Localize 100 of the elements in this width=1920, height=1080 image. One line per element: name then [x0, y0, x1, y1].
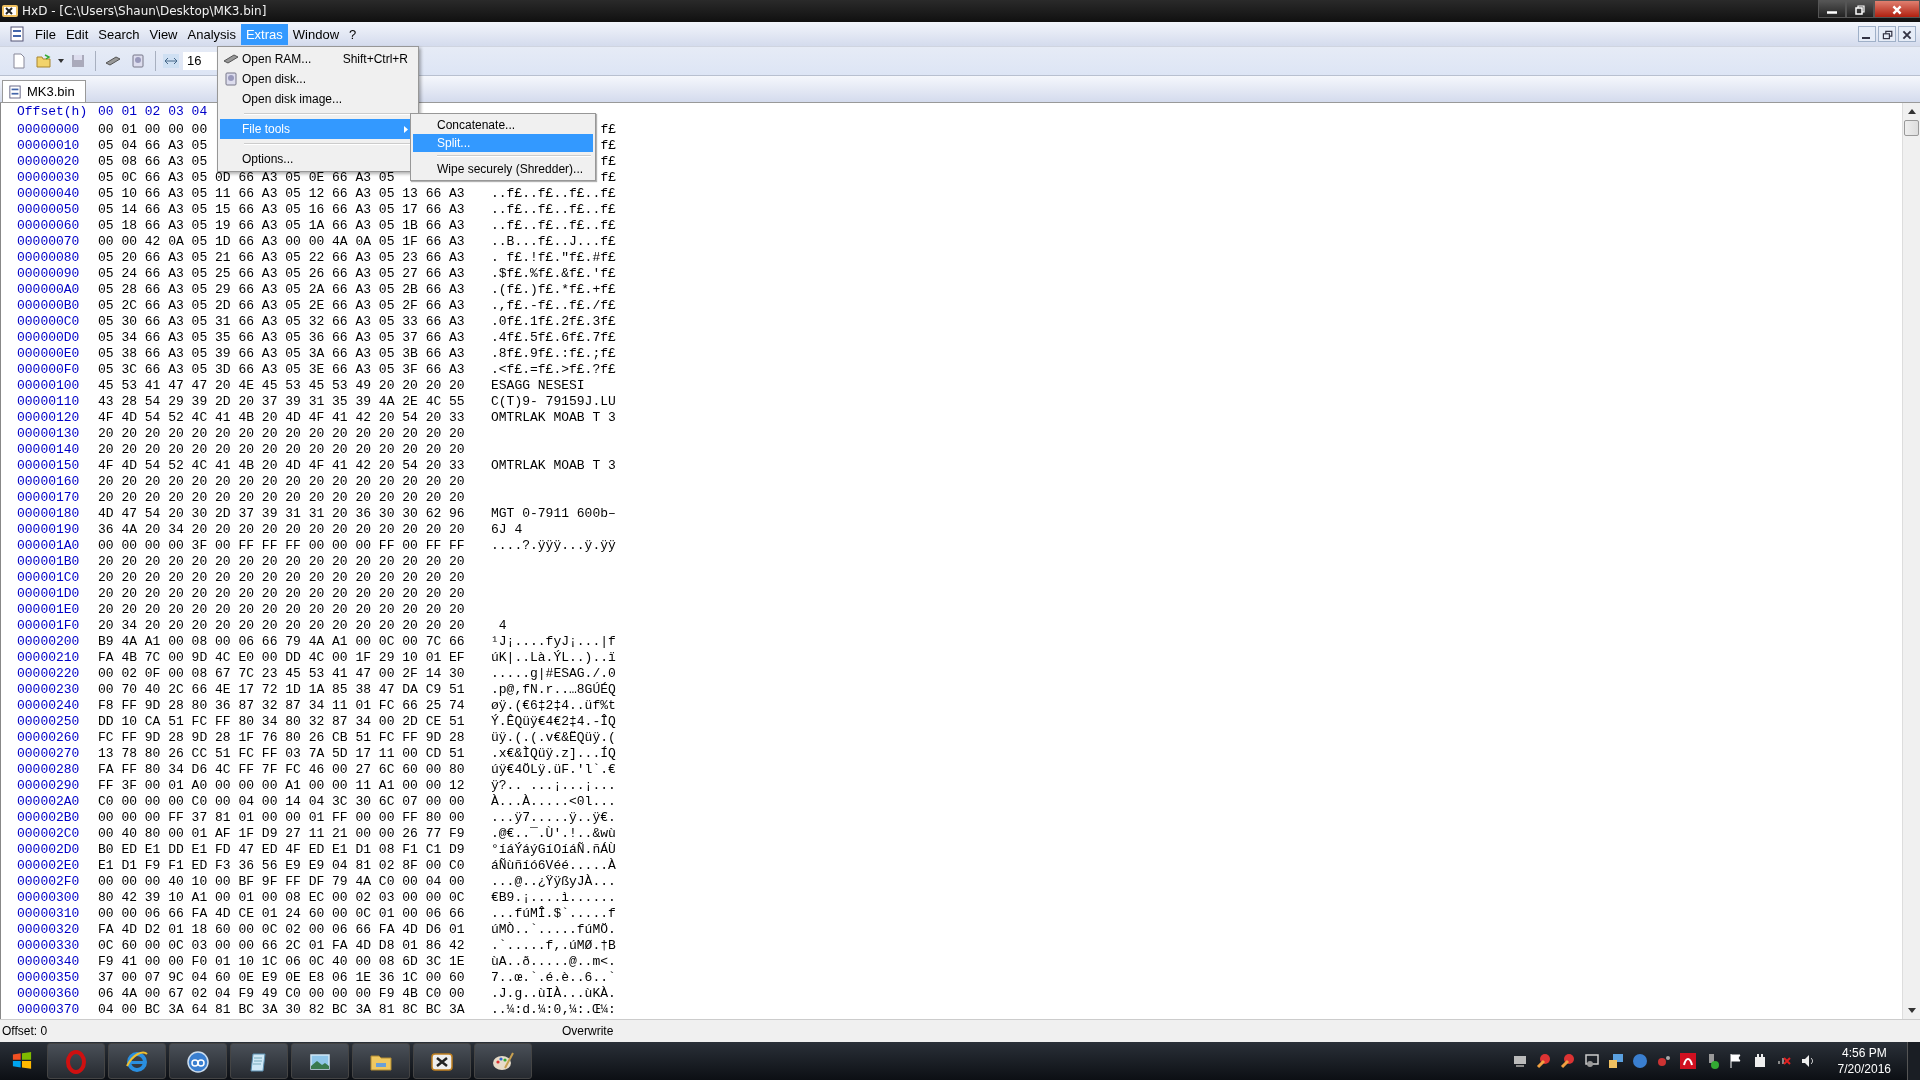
restore-button[interactable] — [1878, 26, 1896, 42]
status-offset: Offset: 0 — [1, 1024, 49, 1038]
offset-header: Offset(h) — [17, 104, 89, 121]
hex-bytes: 20 34 20 20 20 20 20 20 20 20 20 20 20 20 20 20 — [98, 618, 465, 633]
file-tab[interactable]: MK3.bin — [2, 80, 86, 102]
offset-cell-text: 000001A0 — [17, 538, 81, 554]
ascii-text: OMTRLAK MOAB T 3 — [491, 410, 616, 426]
hex-bytes: 05 2C 66 A3 05 2D 66 A3 05 2E 66 A3 05 2F 66 A3 — [98, 298, 465, 313]
menu-item[interactable]: View — [144, 23, 183, 45]
restore-icon — [1881, 29, 1893, 41]
ascii-text: ..B...f£..J...f£ — [491, 234, 616, 250]
taskbar-button[interactable] — [413, 1043, 471, 1079]
ascii-text: áÑùñíó6Véé.....À — [491, 858, 616, 874]
ascii-text: .$f£.%f£.&f£.'f£ — [491, 266, 616, 282]
offset-cell-text: 00000200 — [17, 634, 81, 650]
hex-bytes: B0 ED E1 DD E1 FD 47 ED 4F ED E1 D1 08 F1 C1 D9 — [98, 842, 465, 857]
offset-cell-text: 000000B0 — [17, 298, 81, 314]
hex-bytes: 00 00 00 FF 37 81 01 00 00 01 FF 00 00 FF 80 00 — [98, 810, 465, 825]
hex-bytes: 37 00 07 9C 04 60 0E E9 0E E8 06 1E 36 1C 00 60 — [98, 970, 465, 985]
menu-item[interactable]: Open disk image... — [220, 89, 416, 109]
offset-cell-text: 00000230 — [17, 682, 81, 698]
hex-bytes: FA 4B 7C 00 9D 4C E0 00 DD 4C 00 1F 29 10 01 EF — [98, 650, 465, 665]
ascii-text: 7..œ.`.é.è..6..` — [491, 970, 616, 986]
minimize-button[interactable] — [1858, 26, 1876, 42]
hex-bytes: 20 20 20 20 20 20 20 20 20 20 20 20 20 20 20 20 — [98, 570, 465, 585]
minimize-button[interactable] — [1818, 0, 1846, 18]
hex-bytes: 4D 47 54 20 30 2D 37 39 31 31 20 36 30 30 62 96 — [98, 506, 465, 521]
menu-item[interactable]: Window — [287, 23, 345, 45]
menu-item[interactable]: Concatenate... — [413, 116, 593, 134]
offset-cell-text: 00000050 — [17, 202, 81, 218]
offset-cell-text: 00000240 — [17, 698, 81, 714]
screen-magnifier-icon — [1583, 1053, 1600, 1069]
offset-cell-text: 00000140 — [17, 442, 81, 458]
disk-drive-icon — [223, 71, 239, 87]
taskbar-button[interactable] — [352, 1043, 410, 1079]
offset-cell-text: 00000150 — [17, 458, 81, 474]
offset-cell-text: 00000180 — [17, 506, 81, 522]
menu-item[interactable]: Edit — [60, 23, 94, 45]
offset-cell-text: 000002E0 — [17, 858, 81, 874]
hex-bytes: 06 4A 00 67 02 04 F9 49 C0 00 00 00 F9 4B C0 00 — [98, 986, 465, 1001]
ascii-text: .....g|#ESAG./.0 — [491, 666, 616, 682]
ascii-text: OMTRLAK MOAB T 3 — [491, 458, 616, 474]
hex-bytes: 00 00 42 0A 05 1D 66 A3 00 00 4A 0A 05 1F 66 A3 — [98, 234, 465, 249]
ascii-text: ..¼:d.¼:0‚¼:.Œ¼: — [491, 1002, 616, 1018]
hex-bytes: 04 00 BC 3A 64 81 BC 3A 30 82 BC 3A 81 8C BC 3A — [98, 1002, 465, 1017]
ascii-text: f£ — [600, 154, 616, 170]
menu-item[interactable]: Search — [93, 23, 145, 45]
hex-bytes: F9 41 00 00 F0 01 10 1C 06 0C 40 00 08 6D 3C 1E — [98, 954, 465, 969]
taskbar-button[interactable] — [108, 1043, 166, 1079]
taskbar-button[interactable] — [291, 1043, 349, 1079]
offset-cell-text: 000002B0 — [17, 810, 81, 826]
taskbar-button[interactable] — [230, 1043, 288, 1079]
hex-bytes: 4F 4D 54 52 4C 41 4B 20 4D 4F 41 42 20 54 20 33 — [98, 458, 465, 473]
close-button[interactable] — [1874, 0, 1920, 18]
taskbar-button[interactable] — [474, 1043, 532, 1079]
close-button[interactable] — [1898, 26, 1916, 42]
hex-bytes: B9 4A A1 00 08 00 06 66 79 4A A1 00 0C 00 7C 66 — [98, 634, 465, 649]
restore-button[interactable] — [1846, 0, 1874, 18]
ascii-text: üÿ.(.(.v€&ËQüÿ.( — [491, 730, 616, 746]
ascii-text: À...À.....<0l... — [491, 794, 616, 810]
hex-bytes: 20 20 20 20 20 20 20 20 20 20 20 20 20 20 20 20 — [98, 426, 465, 441]
hex-bytes: 05 14 66 A3 05 15 66 A3 05 16 66 A3 05 17 66 A3 — [98, 202, 465, 217]
hex-bytes: 43 28 54 29 39 2D 20 37 39 31 35 39 4A 2E 4C 55 — [98, 394, 465, 409]
hex-bytes: FC FF 9D 28 9D 28 1F 76 80 26 CB 51 FC FF 9D 28 — [98, 730, 465, 745]
hex-bytes: 00 70 40 2C 66 4E 17 72 1D 1A 85 38 47 DA C9 51 — [98, 682, 465, 697]
offset-cell-text: 00000070 — [17, 234, 81, 250]
menu-item[interactable]: ? — [344, 23, 362, 45]
hex-bytes: 20 20 20 20 20 20 20 20 20 20 20 20 20 20 20 20 — [98, 490, 465, 505]
ascii-text: 4 — [497, 618, 507, 634]
menu-item[interactable]: File — [30, 23, 61, 45]
taskbar-button[interactable] — [169, 1043, 227, 1079]
submenu-arrow-icon — [404, 125, 408, 133]
speaker-icon — [1799, 1053, 1816, 1069]
ascii-text: Ý.ÊQüÿ€4€2‡4.-ÎQ — [491, 714, 616, 730]
scroll-thumb[interactable] — [1904, 120, 1919, 136]
hex-bytes: 05 0C 66 A3 05 0D 66 A3 05 0E 66 A3 05 — [98, 170, 395, 185]
vertical-scrollbar[interactable] — [1902, 103, 1920, 1019]
ascii-text: .J.g..ùIÀ...ùKÀ. — [491, 986, 616, 1002]
ascii-text: .0f£.1f£.2f£.3f£ — [491, 314, 616, 330]
menu-item[interactable]: Open disk... — [220, 69, 416, 89]
hex-bytes: 45 53 41 47 47 20 4E 45 53 45 53 49 20 20 20 20 — [98, 378, 465, 393]
menu-item[interactable]: Wipe securely (Shredder)... — [413, 160, 593, 178]
offset-cell-text: 00000270 — [17, 746, 81, 762]
ascii-text: f£ — [600, 138, 616, 154]
ascii-text: ÿ?.. ...¡...¡... — [491, 778, 616, 794]
ascii-text: 6J 4 — [491, 522, 523, 538]
offset-cell-text: 00000190 — [17, 522, 81, 538]
offset-cell-text: 00000000 — [17, 122, 81, 138]
offset-cell-text: 00000350 — [17, 970, 81, 986]
hex-bytes: 05 04 66 A3 05 — [98, 138, 208, 153]
network-computer-icon — [1511, 1053, 1528, 1069]
ascii-text: €B9.¡....ì...... — [491, 890, 616, 906]
offset-cell-text: 00000360 — [17, 986, 81, 1002]
scroll-down-icon — [1907, 1008, 1916, 1013]
ascii-text: MGT 0-7911 600b– — [491, 506, 616, 522]
offset-cell-text: 00000210 — [17, 650, 81, 666]
menu-item[interactable]: Analysis — [182, 23, 241, 45]
offset-cell-text: 000002F0 — [17, 874, 81, 890]
offset-cell-text: 000000F0 — [17, 362, 81, 378]
app-icon — [2, 4, 18, 18]
